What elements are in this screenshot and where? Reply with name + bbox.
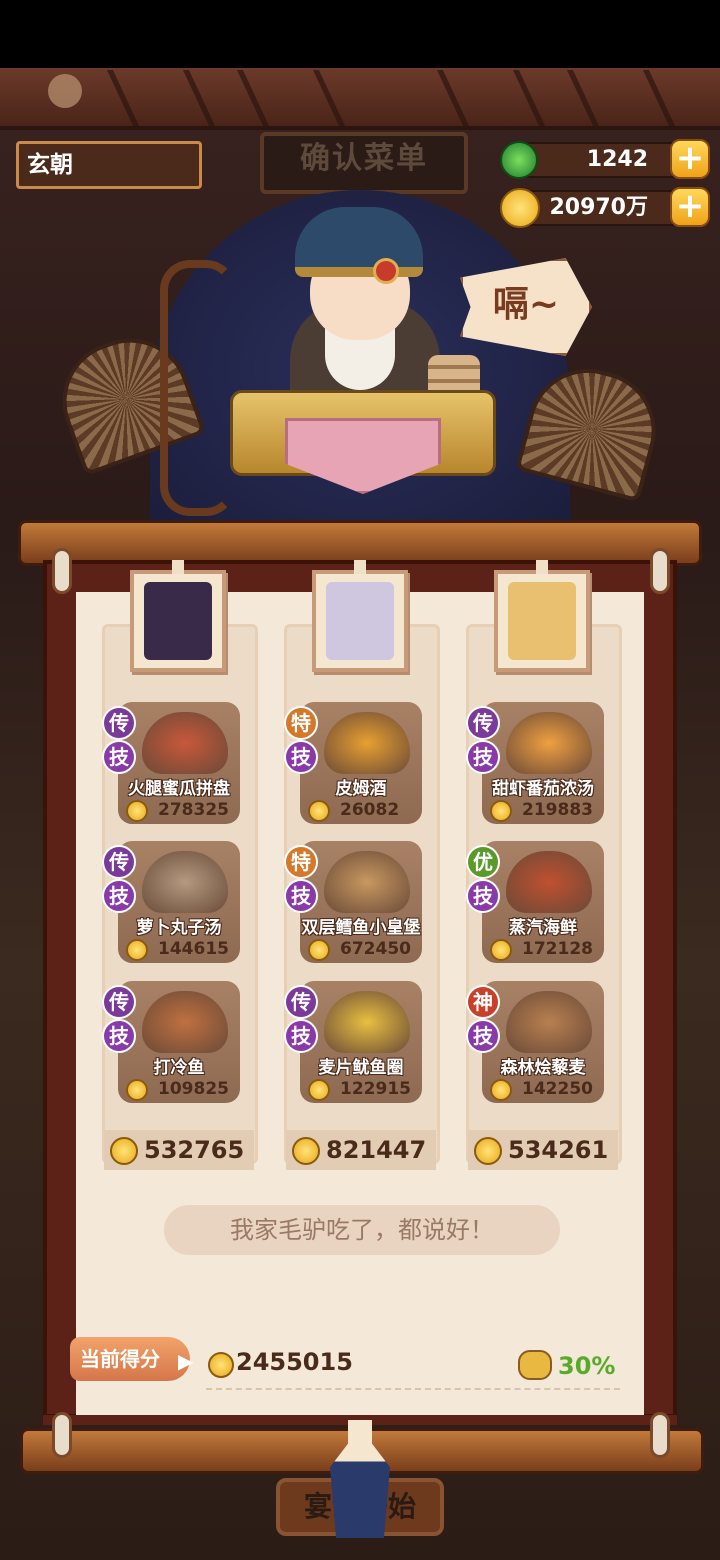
chef-avatar	[326, 582, 394, 660]
coin-icon	[126, 800, 148, 822]
chick-icon	[48, 74, 82, 108]
column-total: 534261	[508, 1136, 609, 1164]
skill-badge: 技	[284, 1019, 318, 1053]
coin-icon	[308, 800, 330, 822]
status-bar-area	[0, 0, 720, 68]
scroll-knob	[650, 548, 670, 594]
current-score-label: 当前得分	[70, 1337, 190, 1381]
coin-icon	[110, 1137, 138, 1165]
chef-avatar	[508, 582, 576, 660]
dish-value: 672450	[340, 939, 411, 959]
coin-icon	[490, 800, 512, 822]
dish-value: 172128	[522, 939, 593, 959]
coin-icon	[490, 939, 512, 961]
rank-badge: 传	[466, 706, 500, 740]
column-total: 532765	[144, 1136, 245, 1164]
chef-portrait[interactable]	[312, 570, 408, 672]
dish-value: 142250	[522, 1079, 593, 1099]
coin-icon	[500, 188, 540, 228]
screen-title: 确认菜单	[260, 132, 468, 194]
coin-icon	[208, 1352, 234, 1378]
portrait-pin	[536, 560, 548, 574]
dish-name: 火腿蜜瓜拼盘	[128, 779, 230, 799]
dish-value: 278325	[158, 800, 229, 820]
rank-badge: 优	[466, 845, 500, 879]
coin-icon	[126, 1079, 148, 1101]
customer-comment: 我家毛驴吃了，都说好！	[164, 1205, 560, 1255]
dish-name: 森林烩藜麦	[500, 1058, 586, 1078]
scroll-knob	[650, 1412, 670, 1458]
add-jade-button[interactable]: +	[670, 139, 710, 179]
jade-icon	[500, 141, 538, 179]
skill-badge: 技	[284, 879, 318, 913]
skill-badge: 技	[102, 1019, 136, 1053]
scroll-knob	[52, 548, 72, 594]
skill-badge: 技	[102, 740, 136, 774]
rank-badge: 特	[284, 845, 318, 879]
rank-badge: 传	[284, 985, 318, 1019]
scroll-knob	[52, 1412, 72, 1458]
rank-badge: 传	[102, 706, 136, 740]
dish-value: 26082	[340, 800, 400, 820]
bonus-percent: 30%	[558, 1352, 616, 1380]
current-score-value: 2455015	[236, 1348, 353, 1376]
dish-value: 122915	[340, 1079, 411, 1099]
hat-gem-icon	[373, 258, 399, 284]
skill-badge: 技	[102, 879, 136, 913]
rank-badge: 神	[466, 985, 500, 1019]
dish-value: 144615	[158, 939, 229, 959]
skill-badge: 技	[284, 740, 318, 774]
sage-hat	[295, 207, 423, 277]
dish-name: 皮姆酒	[335, 779, 387, 799]
score-divider	[206, 1388, 620, 1390]
rank-badge: 特	[284, 706, 318, 740]
rank-badge: 传	[102, 985, 136, 1019]
column-total: 821447	[326, 1136, 427, 1164]
player-name[interactable]: 玄朝	[16, 141, 202, 189]
chef-portrait[interactable]	[494, 570, 590, 672]
skill-badge: 技	[466, 879, 500, 913]
coin-icon	[490, 1079, 512, 1101]
skill-badge: 技	[466, 1019, 500, 1053]
coin-icon	[292, 1137, 320, 1165]
dish-name: 甜虾番茄浓汤	[492, 779, 594, 799]
dish-name: 打冷鱼	[153, 1058, 205, 1078]
rank-badge: 传	[102, 845, 136, 879]
coin-icon	[474, 1137, 502, 1165]
portrait-pin	[354, 560, 366, 574]
coin-icon	[126, 939, 148, 961]
chef-portrait[interactable]	[130, 570, 226, 672]
play-arrow-icon: ▶	[178, 1349, 194, 1373]
dish-name: 萝卜丸子汤	[136, 918, 222, 938]
coin-icon	[308, 1079, 330, 1101]
chef-avatar	[144, 582, 212, 660]
instrument-icon	[160, 260, 236, 516]
skill-badge: 技	[466, 740, 500, 774]
bonus-icon	[518, 1350, 552, 1380]
dish-value: 109825	[158, 1079, 229, 1099]
portrait-pin	[172, 560, 184, 574]
dish-name: 麦片鱿鱼圈	[318, 1058, 404, 1078]
add-coin-button[interactable]: +	[670, 187, 710, 227]
coin-icon	[308, 939, 330, 961]
dish-name: 双层鳕鱼小皇堡	[301, 918, 421, 938]
dish-value: 219883	[522, 800, 593, 820]
dish-name: 蒸汽海鲜	[509, 918, 577, 938]
